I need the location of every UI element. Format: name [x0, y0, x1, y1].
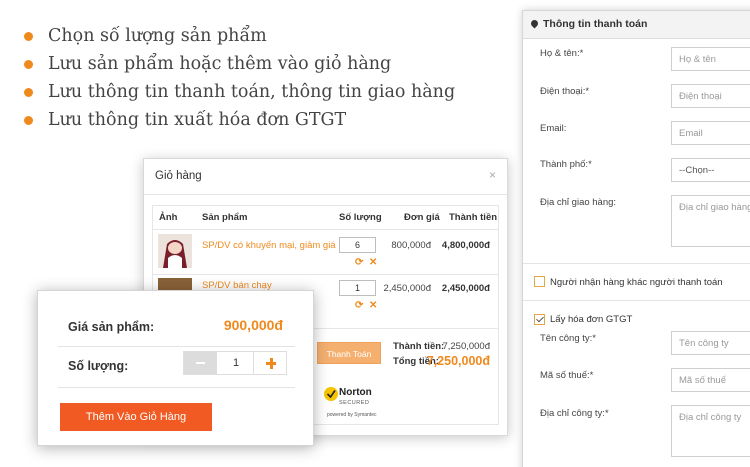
norton-secured-logo: Norton SECURED powered by Symantec [323, 382, 376, 422]
company-name-input[interactable]: Tên công ty [671, 331, 750, 355]
quantity-stepper: 1 [183, 351, 287, 375]
feature-item: Lưu thông tin xuất hóa đơn GTGT [22, 106, 455, 134]
quantity-input[interactable]: 6 [339, 237, 376, 253]
cart-table-header: Ảnh Sản phẩm Số lượng Đơn giá Thành tiền [153, 206, 498, 230]
unit-price: 2,450,000đ [383, 283, 431, 294]
quantity-value[interactable]: 1 [217, 352, 255, 374]
refresh-icon[interactable]: ⟳ [355, 301, 363, 311]
plus-button[interactable] [253, 352, 286, 374]
column-header: Ảnh [159, 212, 178, 223]
column-header: Đơn giá [404, 212, 440, 223]
grand-total-value: 7,250,000đ [426, 354, 490, 368]
tax-code-input[interactable]: Mã số thuế [671, 368, 750, 392]
card-divider [58, 387, 295, 388]
column-header: Thành tiền [449, 212, 498, 223]
payment-form-title: Thông tin thanh toán [529, 18, 648, 30]
column-header: Số lượng [339, 212, 382, 223]
invoice-label: Lấy hóa đơn GTGT [550, 314, 633, 325]
address-label: Địa chỉ giao hàng: [540, 197, 617, 208]
cart-title: Giỏ hàng [155, 170, 202, 182]
card-divider [58, 346, 295, 347]
norton-sub: SECURED [339, 400, 370, 406]
price-value: 900,000đ [223, 317, 283, 333]
minus-button[interactable] [184, 352, 217, 374]
line-total: 2,450,000đ [441, 283, 490, 294]
bullet-dot-icon [24, 60, 33, 69]
product-name-link[interactable]: SP/DV có khuyến mại, giảm giá [202, 240, 336, 251]
bullet-dot-icon [24, 116, 33, 125]
payment-form-header: Thông tin thanh toán [523, 11, 750, 39]
payment-form-title-text: Thông tin thanh toán [543, 18, 648, 30]
feature-text: Lưu thông tin xuất hóa đơn GTGT [48, 110, 347, 130]
invoice-checkbox[interactable] [534, 314, 545, 325]
add-to-cart-button[interactable]: Thêm Vào Giỏ Hàng [60, 403, 212, 431]
phone-label: Điện thoại:* [540, 86, 590, 97]
form-divider [523, 300, 750, 301]
feature-text: Lưu thông tin thanh toán, thông tin giao… [48, 82, 456, 102]
quantity-label: Số lượng: [68, 359, 129, 373]
address-textarea[interactable]: Địa chỉ giao hàng [671, 195, 750, 247]
payment-form-panel: Thông tin thanh toán Họ & tên:* Họ & tên… [522, 10, 750, 467]
cart-header: Giỏ hàng × [144, 159, 507, 195]
city-select[interactable]: --Chọn-- [671, 158, 750, 182]
norton-by: powered by Symantec [327, 412, 377, 418]
feature-item: Lưu thông tin thanh toán, thông tin giao… [22, 78, 455, 106]
bullet-dot-icon [24, 88, 33, 97]
name-input[interactable]: Họ & tên [671, 47, 750, 71]
feature-item: Chọn số lượng sản phẩm [22, 22, 455, 50]
map-pin-icon [529, 18, 540, 29]
phone-input[interactable]: Điện thoại [671, 84, 750, 108]
refresh-icon[interactable]: ⟳ [355, 258, 363, 268]
other-receiver-label: Người nhận hàng khác người thanh toán [550, 277, 723, 288]
price-label: Giá sản phẩm: [68, 320, 155, 334]
form-divider [523, 263, 750, 264]
company-name-label: Tên công ty:* [540, 333, 596, 344]
close-icon[interactable]: × [489, 168, 496, 182]
feature-text: Lưu sản phẩm hoặc thêm vào giỏ hàng [48, 54, 392, 74]
other-receiver-checkbox[interactable] [534, 276, 545, 287]
feature-text: Chọn số lượng sản phẩm [48, 26, 267, 46]
subtotal-value: 7,250,000đ [442, 341, 490, 352]
name-label: Họ & tên:* [540, 48, 584, 59]
line-total: 4,800,000đ [441, 240, 490, 251]
norton-brand: Norton [339, 387, 372, 398]
city-label: Thành phố:* [540, 159, 592, 170]
tax-code-label: Mã số thuế:* [540, 370, 594, 381]
subtotal-label: Thành tiền: [393, 341, 445, 352]
remove-icon[interactable]: ✕ [369, 258, 377, 268]
product-thumbnail [158, 234, 192, 268]
feature-item: Lưu sản phẩm hoặc thêm vào giỏ hàng [22, 50, 455, 78]
column-header: Sản phẩm [202, 212, 248, 223]
unit-price: 800,000đ [391, 240, 431, 251]
quantity-input[interactable]: 1 [339, 280, 376, 296]
company-address-textarea[interactable]: Địa chỉ công ty [671, 405, 750, 457]
email-input[interactable]: Email [671, 121, 750, 145]
bullet-dot-icon [24, 32, 33, 41]
company-address-label: Địa chỉ công ty:* [540, 408, 609, 419]
email-label: Email: [540, 123, 567, 134]
remove-icon[interactable]: ✕ [369, 301, 377, 311]
row-divider [153, 274, 498, 275]
checkout-button[interactable]: Thanh Toán [317, 342, 381, 364]
feature-list: Chọn số lượng sản phẩm Lưu sản phẩm hoặc… [22, 22, 455, 134]
product-card: Giá sản phẩm: 900,000đ Số lượng: 1 Thêm … [37, 290, 314, 446]
